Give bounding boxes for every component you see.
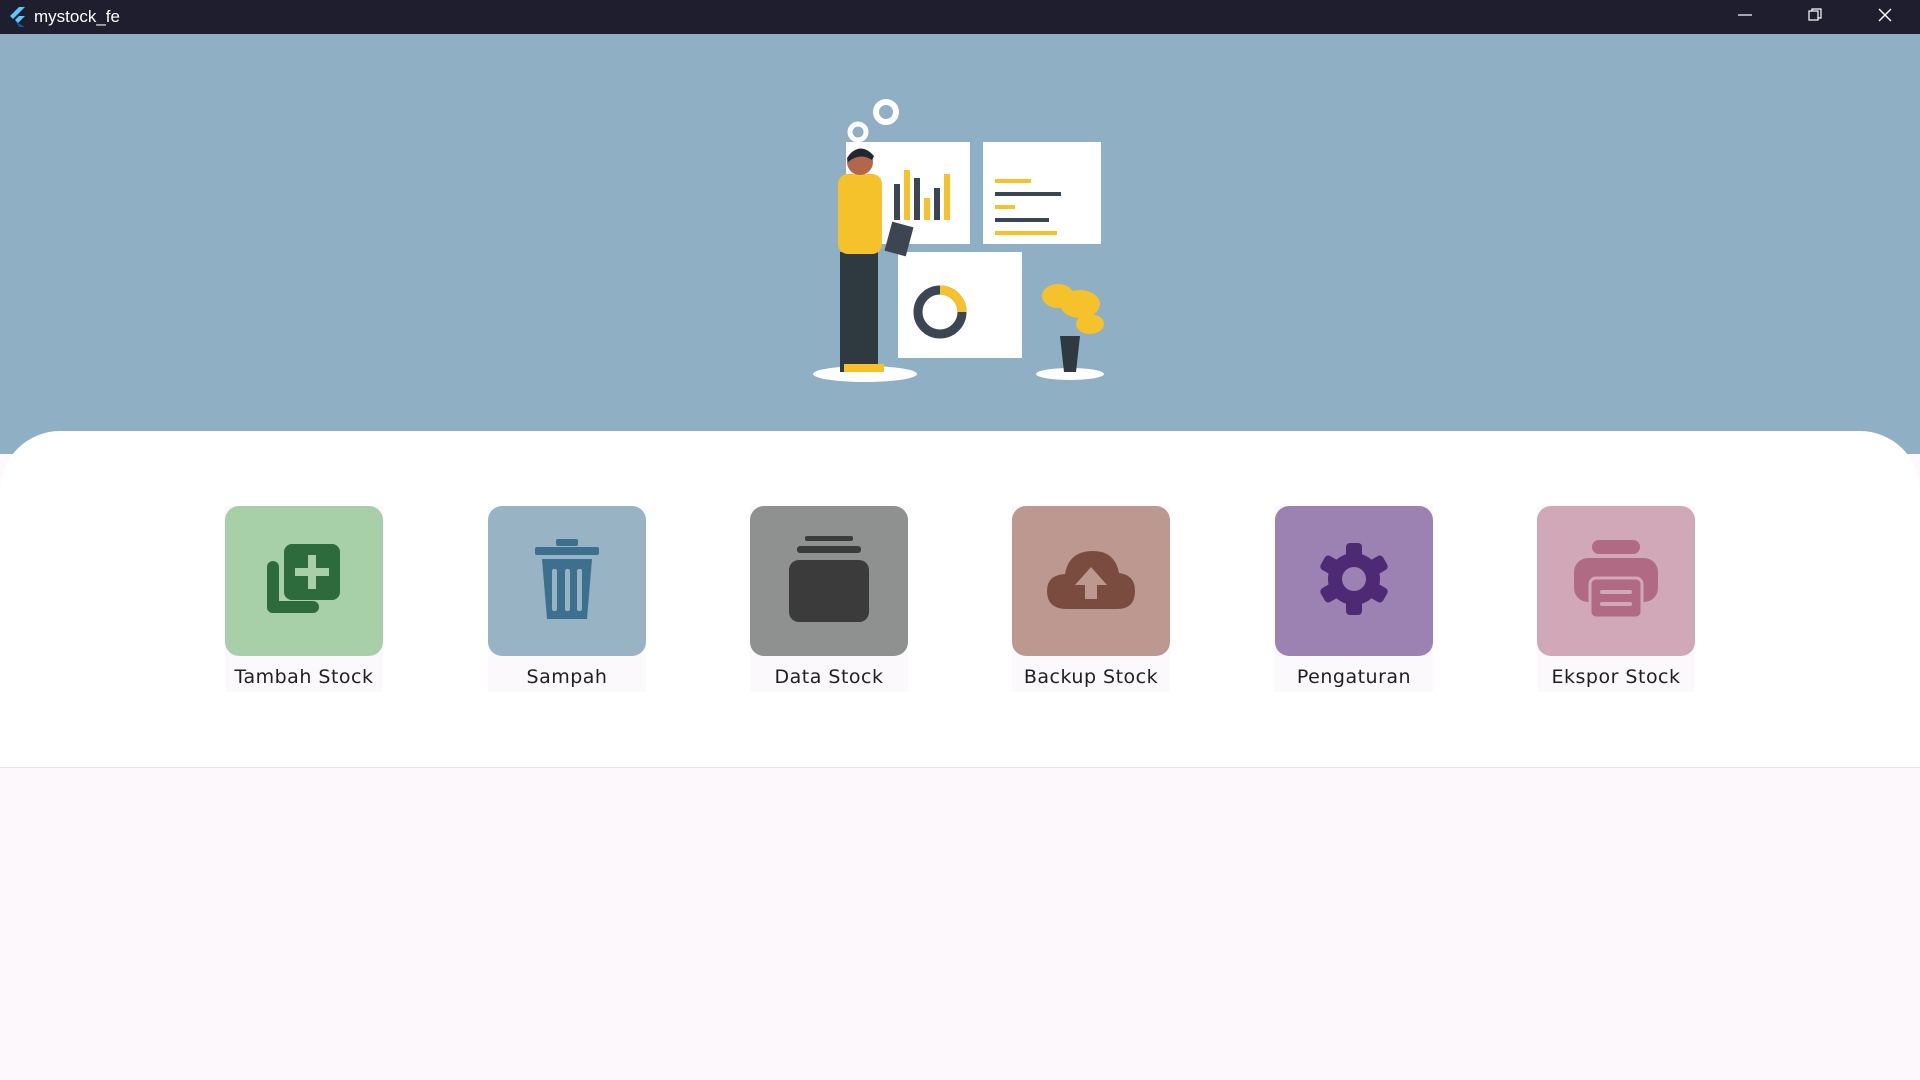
add-stock-icon [264, 539, 344, 623]
close-icon [1877, 7, 1893, 27]
printer-icon [1572, 538, 1660, 624]
menu-item-tambah-stock[interactable]: Tambah Stock [225, 506, 383, 692]
menu-item-ekspor-stock[interactable]: Ekspor Stock [1537, 506, 1695, 692]
close-button[interactable] [1850, 0, 1920, 34]
minimize-icon [1737, 7, 1753, 27]
title-bar: mystock_fe [0, 0, 1920, 34]
gear-icon [1316, 541, 1392, 621]
menu-item-sampah[interactable]: Sampah [488, 506, 646, 692]
menu-item-pengaturan[interactable]: Pengaturan [1275, 506, 1433, 692]
menu-tile [488, 506, 646, 656]
menu-label: Ekspor Stock [1551, 666, 1681, 688]
menu-panel: Tambah Stock Sampah Data Stock Backup St… [0, 431, 1920, 768]
cloud-upload-icon [1045, 547, 1137, 615]
menu-label: Data Stock [774, 666, 884, 688]
flutter-logo-icon [6, 6, 28, 28]
restore-icon [1807, 7, 1823, 27]
menu-tile [1275, 506, 1433, 656]
analytics-illustration [790, 74, 1130, 418]
hero-banner [0, 34, 1920, 454]
menu-label: Sampah [526, 666, 608, 688]
menu-tile [1537, 506, 1695, 656]
window-controls [1710, 0, 1920, 34]
restore-button[interactable] [1780, 0, 1850, 34]
folder-stack-icon [787, 534, 871, 628]
menu-label: Tambah Stock [234, 666, 374, 688]
menu-label: Backup Stock [1023, 666, 1159, 688]
menu-tile [750, 506, 908, 656]
trash-icon [532, 537, 602, 625]
window-title: mystock_fe [34, 7, 120, 26]
menu-tile [1012, 506, 1170, 656]
minimize-button[interactable] [1710, 0, 1780, 34]
menu-item-backup-stock[interactable]: Backup Stock [1012, 506, 1170, 692]
menu-tile [225, 506, 383, 656]
content-area [0, 768, 1920, 1080]
menu-label: Pengaturan [1296, 666, 1412, 688]
menu-item-data-stock[interactable]: Data Stock [750, 506, 908, 692]
